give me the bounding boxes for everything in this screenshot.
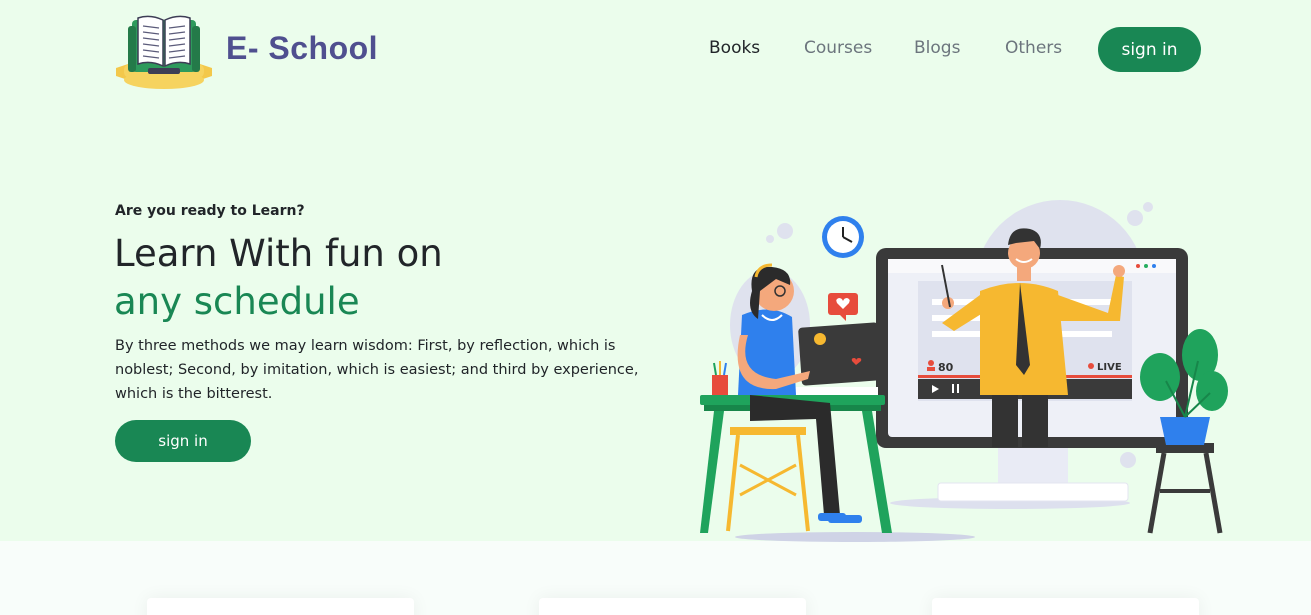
- nav-link-others[interactable]: Others: [1005, 38, 1062, 58]
- hero-headline-line1: Learn With fun on: [114, 232, 443, 275]
- nav-signin-button[interactable]: sign in: [1098, 27, 1201, 72]
- feature-card: [147, 598, 414, 615]
- feature-card: [932, 598, 1199, 615]
- open-book-logo-icon[interactable]: [114, 10, 214, 92]
- hero-headline-line2: any schedule: [114, 280, 360, 323]
- brand-name[interactable]: E- School: [226, 30, 378, 67]
- clock-icon: [822, 216, 864, 258]
- viewer-count: 80: [938, 361, 954, 374]
- nav-link-blogs[interactable]: Blogs: [914, 38, 960, 58]
- navbar: E- School Books Courses Blogs Others sig…: [0, 0, 1311, 100]
- feature-card: [539, 598, 806, 615]
- online-learning-illustration: 80 LIVE: [680, 195, 1240, 545]
- hero-description: By three methods we may learn wisdom: Fi…: [115, 338, 639, 402]
- hero-kicker: Are you ready to Learn?: [115, 203, 305, 219]
- nav-link-books[interactable]: Books: [709, 38, 760, 58]
- heart-bubble-icon: [828, 293, 858, 321]
- nav-link-courses[interactable]: Courses: [804, 38, 872, 58]
- hero-signin-button[interactable]: sign in: [115, 420, 251, 462]
- live-label: LIVE: [1097, 362, 1122, 373]
